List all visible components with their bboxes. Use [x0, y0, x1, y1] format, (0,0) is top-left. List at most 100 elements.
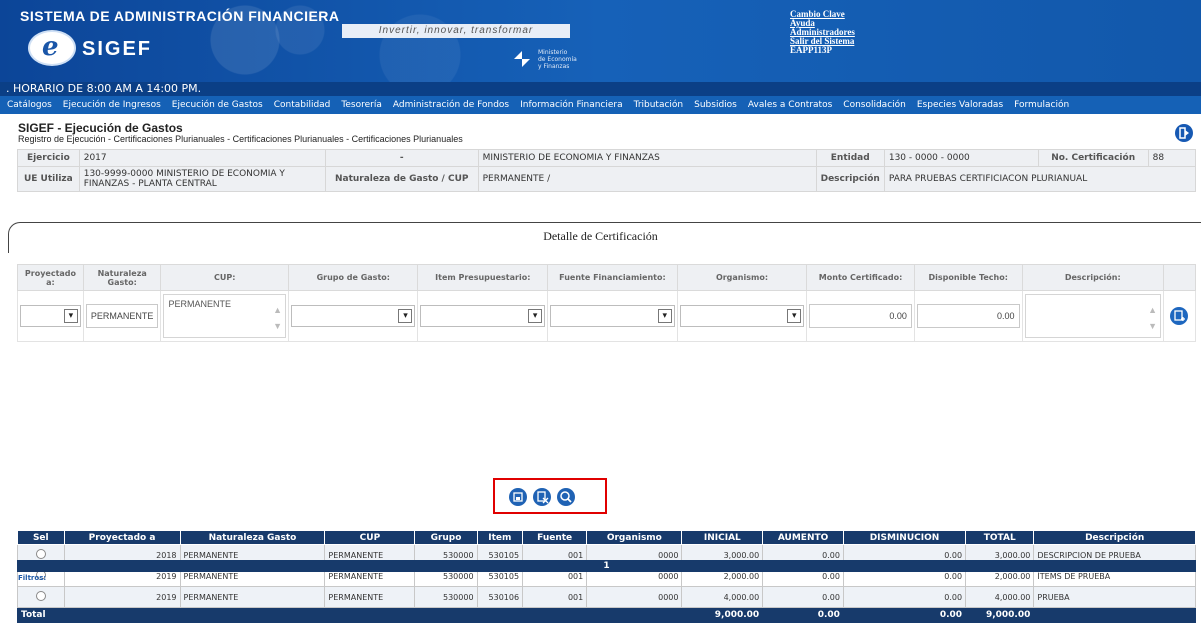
- chevron-down-icon: ▾: [63, 309, 78, 323]
- certification-info-table: Ejercicio 2017 - MINISTERIO DE ECONOMIA …: [17, 149, 1197, 192]
- grid-header-organismo: Organismo: [586, 530, 683, 545]
- page-number[interactable]: 1: [603, 561, 609, 571]
- search-icon: [560, 491, 572, 503]
- save-icon: [513, 492, 523, 502]
- scroll-down-icon: ▼: [273, 321, 283, 331]
- row-select-radio[interactable]: [35, 549, 46, 559]
- grid-header-sel: Sel: [17, 530, 65, 545]
- monto-input[interactable]: 0.00: [809, 304, 912, 328]
- detail-title: Detalle de Certificación: [543, 229, 658, 243]
- proyectado-select[interactable]: ▾: [20, 305, 81, 327]
- menu-item-catalogos[interactable]: Catálogos: [7, 96, 52, 114]
- menu-item-subsidios[interactable]: Subsidios: [694, 96, 737, 114]
- grid-header-disminucion: DISMINUCION: [842, 530, 967, 545]
- entidad-label: Entidad: [815, 149, 885, 167]
- save-button[interactable]: [509, 488, 527, 506]
- descripcion-value: PARA PRUEBAS CERTIFICIACON PLURIANUAL: [883, 166, 1197, 192]
- cell-inicial: 4,000.00: [681, 586, 764, 608]
- menu-item-contabilidad[interactable]: Contabilidad: [274, 96, 331, 114]
- cell-cup: PERMANENTE: [324, 586, 416, 608]
- menu-item-tributacion[interactable]: Tributación: [634, 96, 684, 114]
- entidad-value: 130 - 0000 - 0000: [883, 149, 1039, 167]
- naturaleza-cup-value: PERMANENTE /: [477, 166, 817, 192]
- grid-header-naturaleza: Naturaleza Gasto: [179, 530, 326, 545]
- menu-item-consolidacion[interactable]: Consolidación: [843, 96, 906, 114]
- cell-naturaleza: PERMANENTE: [179, 586, 326, 608]
- header-grupo-gasto: Grupo de Gasto:: [288, 264, 419, 291]
- header-cup: CUP:: [160, 264, 290, 291]
- header-disponible: Disponible Techo:: [913, 264, 1023, 291]
- chevron-down-icon: ▾: [657, 309, 672, 323]
- menu-item-informacion-financiera[interactable]: Información Financiera: [520, 96, 623, 114]
- search-button[interactable]: [557, 488, 575, 506]
- header-action: [1162, 264, 1197, 291]
- cell-proyectado: 2019: [63, 586, 181, 608]
- grid-header-fuente: Fuente: [522, 530, 588, 545]
- ejercicio-label: Ejercicio: [17, 149, 80, 167]
- grid-header-cup: CUP: [324, 530, 416, 545]
- total-aumento: 0.00: [762, 607, 844, 623]
- scroll-up-icon: ▲: [1148, 305, 1157, 315]
- breadcrumb: Registro de Ejecución - Certificaciones …: [18, 134, 463, 144]
- ministry-logo: Ministerio de Economía y Finanzas: [512, 47, 602, 71]
- scroll-up-icon: ▲: [273, 305, 283, 315]
- action-buttons-group: [493, 478, 607, 514]
- delete-button[interactable]: [533, 488, 551, 506]
- disponible-input[interactable]: 0.00: [916, 304, 1020, 328]
- fuente-select[interactable]: ▾: [550, 305, 675, 327]
- menu-item-tesoreria[interactable]: Tesorería: [341, 96, 381, 114]
- grid-header-aumento: AUMENTO: [762, 530, 844, 545]
- cell-aumento: 0.00: [762, 586, 844, 608]
- cup-textarea[interactable]: PERMANENTE ▲ ▼: [163, 294, 287, 338]
- header-banner: SISTEMA DE ADMINISTRACIÓN FINANCIERA e S…: [0, 0, 1201, 82]
- row-select-radio[interactable]: [35, 591, 46, 601]
- filters-label: Filtros:: [18, 574, 47, 582]
- grid-header-descripcion: Descripción: [1033, 530, 1196, 545]
- cup-value: PERMANENTE: [168, 299, 231, 309]
- menu-item-administracion-fondos[interactable]: Administración de Fondos: [393, 96, 509, 114]
- ue-utiliza-value: 130-9999-0000 MINISTERIO DE ECONOMIA Y F…: [78, 166, 326, 192]
- ejercicio-value: 2017: [78, 149, 326, 167]
- organismo-select[interactable]: ▾: [679, 305, 805, 327]
- cell-grupo: 530000: [414, 586, 478, 608]
- menu-item-ejecucion-ingresos[interactable]: Ejecución de Ingresos: [63, 96, 161, 114]
- schedule-bar: . HORARIO DE 8:00 AM A 14:00 PM.: [0, 82, 1201, 96]
- descripcion-label: Descripción: [815, 166, 885, 192]
- grid-header-total: TOTAL: [965, 530, 1035, 545]
- header-naturaleza: Naturaleza Gasto:: [82, 264, 162, 291]
- user-code: EAPP113P: [790, 45, 832, 55]
- ue-utiliza-label: UE Utiliza: [17, 166, 80, 192]
- naturaleza-input[interactable]: PERMANENTE: [85, 304, 159, 328]
- system-title: SISTEMA DE ADMINISTRACIÓN FINANCIERA: [20, 8, 340, 24]
- ministry-text: Ministerio de Economía y Finanzas: [538, 49, 608, 70]
- descripcion-textarea[interactable]: ▲ ▼: [1024, 294, 1161, 338]
- header-organismo: Organismo:: [676, 264, 808, 291]
- ministry-line: Ministerio: [538, 49, 568, 56]
- total-inicial: 9,000.00: [681, 607, 764, 623]
- page-title: SIGEF - Ejecución de Gastos: [18, 121, 183, 135]
- header-item-presupuestario: Item Presupuestario:: [417, 264, 549, 291]
- chevron-down-icon: ▾: [787, 309, 802, 323]
- top-links: Cambio Clave Ayuda Administradores Salir…: [790, 10, 855, 55]
- item-presupuestario-select[interactable]: ▾: [420, 305, 546, 327]
- cell-item: 530106: [476, 586, 524, 608]
- grid-header-proyectado: Proyectado a: [63, 530, 181, 545]
- add-document-icon: [1174, 310, 1186, 321]
- table-row[interactable]: 2019 PERMANENTE PERMANENTE 530000 530106…: [17, 586, 1196, 608]
- exit-icon: [1179, 127, 1189, 139]
- pagination: 1: [17, 560, 1196, 572]
- naturaleza-cup-label: Naturaleza de Gasto / CUP: [324, 166, 479, 192]
- ministry-line: y Finanzas: [538, 63, 570, 70]
- delete-document-icon: [537, 491, 549, 504]
- exit-button[interactable]: [1175, 124, 1193, 142]
- cell-total: 4,000.00: [965, 586, 1035, 608]
- add-detail-button[interactable]: [1170, 307, 1189, 325]
- menu-item-ejecucion-gastos[interactable]: Ejecución de Gastos: [172, 96, 263, 114]
- ministry-line: de Economía: [538, 56, 577, 63]
- menu-item-avales-contratos[interactable]: Avales a Contratos: [748, 96, 832, 114]
- grupo-gasto-select[interactable]: ▾: [291, 305, 416, 327]
- menu-item-especies-valoradas[interactable]: Especies Valoradas: [917, 96, 1003, 114]
- cell-fuente: 001: [522, 586, 588, 608]
- header-proyectado: Proyectado a:: [17, 264, 84, 291]
- menu-item-formulacion[interactable]: Formulación: [1014, 96, 1069, 114]
